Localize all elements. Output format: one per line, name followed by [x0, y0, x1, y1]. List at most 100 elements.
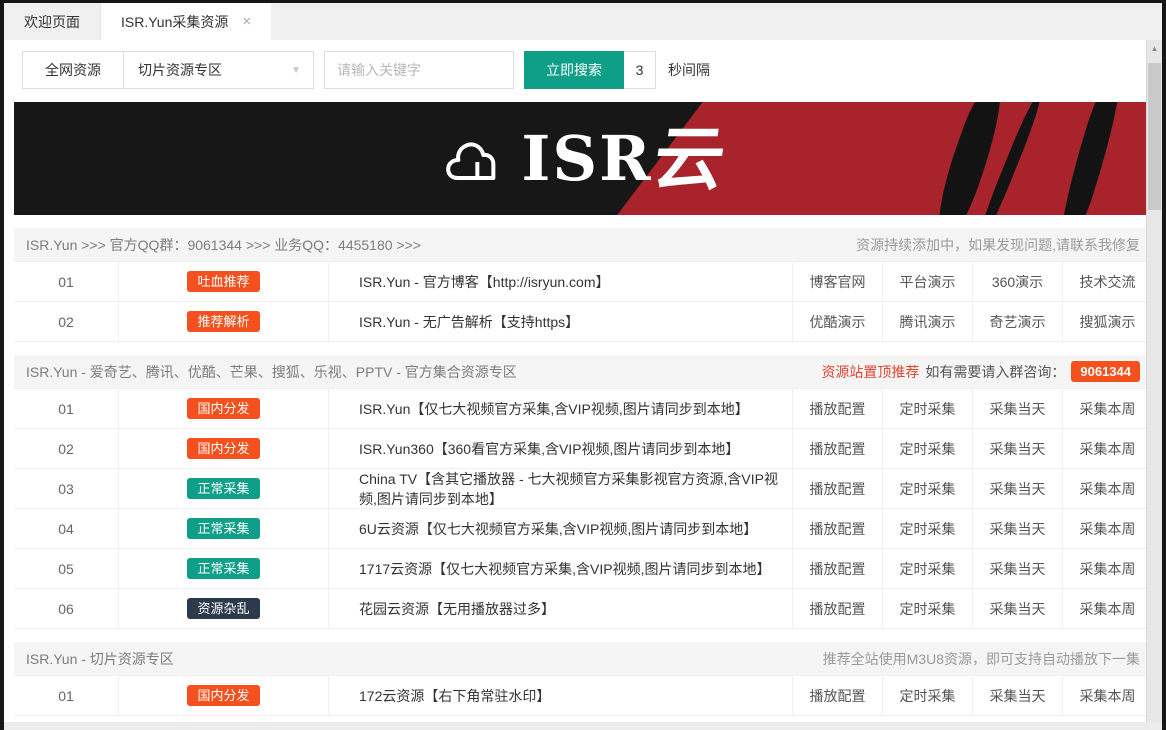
- row-action-link[interactable]: 定时采集: [882, 429, 972, 468]
- row-action-link[interactable]: 播放配置: [792, 589, 882, 628]
- keyword-input[interactable]: [324, 51, 514, 89]
- row-action-link[interactable]: 采集本周: [1062, 469, 1152, 508]
- row-action-link[interactable]: 播放配置: [792, 389, 882, 428]
- resource-name: 花园云资源【无用播放器过多】: [329, 589, 792, 628]
- section-note-text: 资源持续添加中，如果发现问题,请联系我修复: [856, 235, 1140, 255]
- row-action-link[interactable]: 搜狐演示: [1062, 302, 1152, 341]
- row-action-link[interactable]: 360演示: [972, 262, 1062, 301]
- row-action-link[interactable]: 采集本周: [1062, 429, 1152, 468]
- section-note-text: 推荐全站使用M3U8资源，即可支持自动播放下一集: [823, 649, 1140, 669]
- row-action-link[interactable]: 腾讯演示: [882, 302, 972, 341]
- isr-yun-logo: ISR 云: [441, 124, 724, 194]
- status-badge: 吐血推荐: [187, 271, 259, 292]
- row-action-link[interactable]: 奇艺演示: [972, 302, 1062, 341]
- row-action-link[interactable]: 优酷演示: [792, 302, 882, 341]
- logo-text-cn: 云: [650, 124, 730, 194]
- section-title: ISR.Yun >>> 官方QQ群：9061344 >>> 业务QQ：44551…: [26, 235, 421, 255]
- row-action-link[interactable]: 采集本周: [1062, 589, 1152, 628]
- section-note-text: 如有需要请入群咨询：: [925, 362, 1065, 382]
- row-action-link[interactable]: 采集本周: [1062, 676, 1152, 715]
- qq-group-badge[interactable]: 9061344: [1071, 361, 1140, 382]
- app-window: 欢迎页面 ISR.Yun采集资源 × 全网资源 切片资源专区 ▼ 立即搜索 3 …: [0, 0, 1166, 730]
- resource-name: 1717云资源【仅七大视频官方采集,含VIP视频,图片请同步到本地】: [329, 549, 792, 588]
- interval-input[interactable]: 3: [624, 51, 656, 89]
- vertical-scrollbar[interactable]: ▲: [1146, 40, 1162, 722]
- search-button[interactable]: 立即搜索: [524, 51, 624, 89]
- table-row: 02 国内分发 ISR.Yun360【360看官方采集,含VIP视频,图片请同步到本…: [14, 429, 1152, 469]
- table-row: 01国内分发ISR.Yun【仅七大视频官方采集,含VIP视频,图片请同步到本地】…: [14, 389, 1152, 429]
- resource-name: 172云资源【右下角常驻水印】: [329, 676, 792, 715]
- section-title: ISR.Yun - 爱奇艺、腾讯、优酷、芒果、搜狐、乐视、PPTV - 官方集合…: [26, 362, 517, 382]
- row-action-link[interactable]: 采集本周: [1062, 549, 1152, 588]
- table-row: 02推荐解析ISR.Yun - 无广告解析【支持https】优酷演示腾讯演示奇艺…: [14, 302, 1152, 342]
- row-index: 01: [14, 389, 119, 428]
- row-action-link[interactable]: 播放配置: [792, 429, 882, 468]
- status-badge: 国内分发: [187, 398, 259, 419]
- row-badge-cell: 国内分发: [119, 676, 329, 715]
- row-action-link[interactable]: 采集当天: [972, 549, 1062, 588]
- section-note-highlight: 资源站置顶推荐: [821, 362, 919, 382]
- row-badge-cell: 吐血推荐: [119, 262, 329, 301]
- scroll-up-arrow-icon[interactable]: ▲: [1147, 40, 1162, 56]
- resource-table: 01国内分发ISR.Yun【仅七大视频官方采集,含VIP视频,图片请同步到本地】…: [14, 388, 1152, 629]
- row-index: 01: [14, 262, 119, 301]
- row-badge-cell: 正常采集: [119, 509, 329, 548]
- row-action-link[interactable]: 采集当天: [972, 469, 1062, 508]
- scrollbar-thumb[interactable]: [1148, 63, 1161, 210]
- section-note: 资源站置顶推荐如有需要请入群咨询： 9061344: [821, 361, 1140, 382]
- row-badge-cell: 国内分发: [119, 429, 329, 468]
- row-action-link[interactable]: 定时采集: [882, 469, 972, 508]
- row-badge-cell: 资源杂乱: [119, 589, 329, 628]
- row-index: 04: [14, 509, 119, 548]
- search-toolbar: 全网资源 切片资源专区 ▼ 立即搜索 3 秒间隔: [4, 40, 1162, 100]
- row-action-link[interactable]: 定时采集: [882, 549, 972, 588]
- row-action-link[interactable]: 博客官网: [792, 262, 882, 301]
- row-action-link[interactable]: 采集本周: [1062, 509, 1152, 548]
- row-action-link[interactable]: 平台演示: [882, 262, 972, 301]
- resource-sections: ISR.Yun >>> 官方QQ群：9061344 >>> 业务QQ：44551…: [14, 228, 1152, 716]
- isr-yun-banner: ISR 云: [14, 102, 1152, 215]
- section-title: ISR.Yun - 切片资源专区: [26, 649, 174, 669]
- section-header: ISR.Yun - 爱奇艺、腾讯、优酷、芒果、搜狐、乐视、PPTV - 官方集合…: [14, 355, 1152, 388]
- row-action-link[interactable]: 定时采集: [882, 676, 972, 715]
- section-note: 资源持续添加中，如果发现问题,请联系我修复: [856, 235, 1140, 255]
- row-index: 01: [14, 676, 119, 715]
- status-badge: 国内分发: [187, 438, 259, 459]
- resource-name: ISR.Yun - 无广告解析【支持https】: [329, 302, 792, 341]
- row-index: 02: [14, 429, 119, 468]
- all-resources-button[interactable]: 全网资源: [22, 51, 124, 89]
- row-action-link[interactable]: 采集本周: [1062, 389, 1152, 428]
- row-action-link[interactable]: 播放配置: [792, 676, 882, 715]
- tab-isr-yun-collect[interactable]: ISR.Yun采集资源 ×: [101, 3, 271, 40]
- status-badge: 国内分发: [187, 685, 259, 706]
- row-action-link[interactable]: 定时采集: [882, 589, 972, 628]
- row-action-link[interactable]: 播放配置: [792, 509, 882, 548]
- row-badge-cell: 推荐解析: [119, 302, 329, 341]
- row-action-link[interactable]: 技术交流: [1062, 262, 1152, 301]
- tab-welcome[interactable]: 欢迎页面: [4, 3, 101, 40]
- resource-name: 6U云资源【仅七大视频官方采集,含VIP视频,图片请同步到本地】: [329, 509, 792, 548]
- resource-table: 01吐血推荐ISR.Yun - 官方博客【http://isryun.com】博…: [14, 261, 1152, 342]
- status-badge: 推荐解析: [187, 311, 259, 332]
- close-tab-icon[interactable]: ×: [242, 14, 251, 29]
- row-action-link[interactable]: 采集当天: [972, 589, 1062, 628]
- resource-name: ISR.Yun360【360看官方采集,含VIP视频,图片请同步到本地】: [329, 429, 792, 468]
- row-badge-cell: 国内分发: [119, 389, 329, 428]
- row-action-link[interactable]: 播放配置: [792, 549, 882, 588]
- row-action-link[interactable]: 采集当天: [972, 429, 1062, 468]
- category-select[interactable]: 切片资源专区 ▼: [124, 51, 314, 89]
- row-action-link[interactable]: 播放配置: [792, 469, 882, 508]
- row-index: 03: [14, 469, 119, 508]
- row-badge-cell: 正常采集: [119, 469, 329, 508]
- table-row: 06资源杂乱花园云资源【无用播放器过多】播放配置定时采集采集当天采集本周: [14, 589, 1152, 629]
- status-badge: 资源杂乱: [187, 598, 259, 619]
- cloud-icon: [441, 134, 515, 184]
- row-action-link[interactable]: 采集当天: [972, 509, 1062, 548]
- row-action-link[interactable]: 定时采集: [882, 389, 972, 428]
- row-action-link[interactable]: 采集当天: [972, 676, 1062, 715]
- row-action-link[interactable]: 定时采集: [882, 509, 972, 548]
- brush-streak: [1054, 102, 1129, 215]
- row-index: 05: [14, 549, 119, 588]
- row-action-link[interactable]: 采集当天: [972, 389, 1062, 428]
- resource-table: 01 国内分发 172云资源【右下角常驻水印】播放配置定时采集采集当天采集本周: [14, 675, 1152, 716]
